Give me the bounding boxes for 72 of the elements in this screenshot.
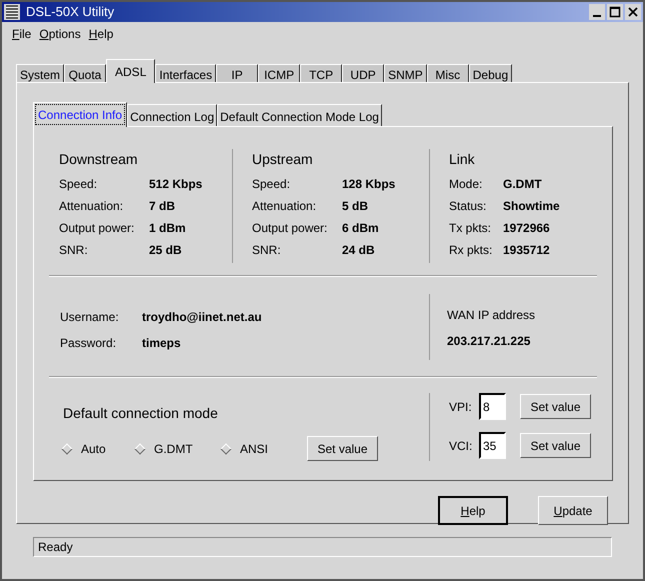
stat-value: G.DMT [503, 176, 542, 193]
stat-value: 24 dB [342, 242, 375, 259]
input-field[interactable]: 8 [479, 393, 506, 420]
stat-label: Mode: [449, 176, 484, 193]
window-title: DSL-50X Utility [26, 3, 116, 22]
tab[interactable]: System [16, 64, 64, 82]
stat-value: 6 dBm [342, 220, 379, 237]
radio-button[interactable] [220, 442, 232, 454]
update-button[interactable]: Update [538, 496, 608, 525]
maximize-icon[interactable] [607, 4, 623, 20]
tab[interactable]: Connection Log [127, 104, 218, 126]
radio-option[interactable]: ANSI [222, 440, 307, 458]
field-label: VPI: [449, 398, 473, 416]
stat-label: SNR: [252, 242, 282, 259]
tab[interactable]: IP [216, 64, 258, 82]
tab[interactable]: Default Connection Mode Log [217, 104, 382, 126]
wan-ip-value: 203.217.21.225 [447, 333, 532, 350]
stat-value: 128 Kbps [342, 176, 396, 193]
stat-label: Tx pkts: [449, 220, 492, 237]
wan-ip-label: WAN IP address [447, 307, 536, 324]
help-button[interactable]: Help [438, 496, 508, 525]
stat-value: 5 dB [342, 198, 368, 215]
set-value-button[interactable]: Set value [520, 433, 591, 458]
field-label: VCI: [449, 438, 474, 454]
tab[interactable]: ADSL [106, 59, 156, 83]
tab[interactable]: Debug [468, 64, 512, 82]
radio-option[interactable]: Auto [63, 440, 136, 458]
radio-button[interactable] [61, 442, 73, 454]
menu-item[interactable]: Options [39, 25, 81, 43]
stat-label: Status: [449, 198, 488, 215]
account-label: Password: [60, 335, 118, 352]
menu-item[interactable]: Help [88, 25, 114, 43]
stat-value: 7 dB [149, 198, 176, 215]
stat-label: Output power: [252, 220, 328, 237]
stat-label: Rx pkts: [449, 242, 494, 259]
section-heading: Default connection mode [63, 404, 219, 423]
tab[interactable]: Misc [426, 64, 469, 82]
minimize-icon[interactable] [589, 4, 605, 20]
stat-label: Speed: [59, 176, 98, 193]
account-label: Username: [60, 309, 120, 326]
stat-value: 512 Kbps [149, 176, 202, 193]
menu-icon[interactable] [4, 4, 20, 20]
stat-value: Showtime [503, 198, 560, 215]
tab[interactable]: UDP [342, 64, 384, 82]
set-value-button[interactable]: Set value [307, 436, 378, 461]
radio-option[interactable]: G.DMT [136, 440, 222, 458]
set-value-button[interactable]: Set value [520, 394, 591, 419]
tab[interactable]: Quota [64, 64, 106, 82]
status-bar: Ready [33, 537, 612, 557]
tab[interactable]: Interfaces [155, 64, 216, 82]
stat-value: 25 dB [149, 242, 182, 259]
section-heading: Upstream [252, 150, 314, 169]
stat-value: 1972966 [503, 220, 550, 237]
stat-label: Output power: [59, 220, 136, 237]
tab[interactable]: ICMP [258, 64, 300, 82]
tab[interactable]: TCP [300, 64, 342, 82]
section-heading: Downstream [59, 150, 139, 169]
close-icon[interactable] [625, 4, 641, 20]
tab[interactable]: Connection Info [33, 102, 128, 127]
account-value: troydho@iinet.net.au [142, 309, 262, 326]
account-value: timeps [142, 335, 181, 352]
tab[interactable]: SNMP [384, 64, 427, 82]
stat-label: Speed: [252, 176, 292, 193]
stat-value: 1 dBm [149, 220, 186, 237]
input-field[interactable]: 35 [479, 432, 506, 459]
radio-button[interactable] [134, 442, 146, 454]
stat-label: Attenuation: [59, 198, 124, 215]
menu-item[interactable]: File [12, 25, 32, 43]
section-heading: Link [449, 150, 476, 169]
stat-value: 1935712 [503, 242, 550, 259]
stat-label: Attenuation: [252, 198, 318, 215]
stat-label: SNR: [59, 242, 89, 259]
